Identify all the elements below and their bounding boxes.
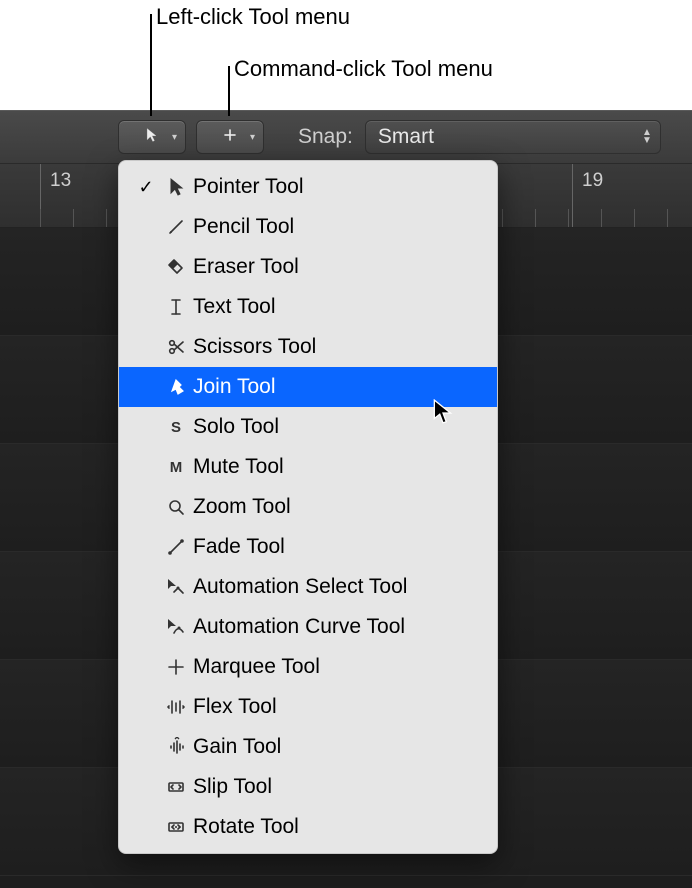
- app-window: ▾ ▾ Snap: Smart ▲▼ 13 19 ✓ Pointer Tool Pe…: [0, 110, 692, 888]
- menu-item-label: Join Tool: [193, 375, 483, 399]
- ruler-number: 19: [582, 170, 603, 192]
- menu-item-mute[interactable]: M Mute Tool: [119, 447, 497, 487]
- menu-item-marquee[interactable]: Marquee Tool: [119, 647, 497, 687]
- command-click-tool-menu-button[interactable]: ▾: [196, 120, 264, 154]
- marquee-icon: [159, 657, 193, 677]
- zoom-icon: [159, 497, 193, 517]
- scissors-icon: [159, 337, 193, 357]
- gain-icon: [159, 737, 193, 757]
- menu-item-gain[interactable]: Gain Tool: [119, 727, 497, 767]
- menu-item-eraser[interactable]: Eraser Tool: [119, 247, 497, 287]
- marquee-icon: [222, 127, 238, 148]
- menu-item-scissors[interactable]: Scissors Tool: [119, 327, 497, 367]
- menu-item-flex[interactable]: Flex Tool: [119, 687, 497, 727]
- toolbar: ▾ ▾ Snap: Smart ▲▼: [0, 110, 692, 164]
- menu-item-zoom[interactable]: Zoom Tool: [119, 487, 497, 527]
- mute-icon: M: [159, 457, 193, 477]
- menu-item-label: Text Tool: [193, 295, 483, 319]
- menu-item-text[interactable]: Text Tool: [119, 287, 497, 327]
- menu-item-rotate[interactable]: Rotate Tool: [119, 807, 497, 847]
- annotation-left-click: Left-click Tool menu: [156, 4, 350, 30]
- menu-item-label: Pointer Tool: [193, 175, 483, 199]
- menu-item-label: Slip Tool: [193, 775, 483, 799]
- pointer-icon: [144, 127, 160, 148]
- chevron-down-icon: ▾: [250, 132, 255, 143]
- rotate-icon: [159, 817, 193, 837]
- menu-item-fade[interactable]: Fade Tool: [119, 527, 497, 567]
- tool-menu-dropdown[interactable]: ✓ Pointer Tool Pencil Tool Eraser Tool Text …: [118, 160, 498, 854]
- menu-item-label: Fade Tool: [193, 535, 483, 559]
- menu-item-label: Automation Select Tool: [193, 575, 483, 599]
- menu-item-pointer[interactable]: ✓ Pointer Tool: [119, 167, 497, 207]
- svg-text:M: M: [170, 459, 183, 476]
- ruler-number: 13: [50, 170, 71, 192]
- fade-icon: [159, 537, 193, 557]
- annotation-area: Left-click Tool menu Command-click Tool …: [0, 0, 692, 110]
- pointer-icon: [159, 177, 193, 197]
- menu-item-autosel[interactable]: Automation Select Tool: [119, 567, 497, 607]
- flex-icon: [159, 697, 193, 717]
- eraser-icon: [159, 257, 193, 277]
- menu-item-label: Mute Tool: [193, 455, 483, 479]
- chevron-down-icon: ▾: [172, 132, 177, 143]
- leader-line-command: [228, 66, 230, 116]
- snap-select[interactable]: Smart ▲▼: [365, 120, 661, 154]
- leader-line-left: [150, 14, 152, 116]
- text-icon: [159, 297, 193, 317]
- menu-item-label: Marquee Tool: [193, 655, 483, 679]
- menu-item-slip[interactable]: Slip Tool: [119, 767, 497, 807]
- menu-item-label: Automation Curve Tool: [193, 615, 483, 639]
- slip-icon: [159, 777, 193, 797]
- join-icon: [159, 377, 193, 397]
- svg-text:S: S: [171, 419, 181, 436]
- left-click-tool-menu-button[interactable]: ▾: [118, 120, 186, 154]
- mouse-cursor: [432, 399, 454, 425]
- updown-icon: ▲▼: [642, 129, 652, 145]
- autocurve-icon: [159, 617, 193, 637]
- menu-item-label: Rotate Tool: [193, 815, 483, 839]
- menu-item-autocurve[interactable]: Automation Curve Tool: [119, 607, 497, 647]
- snap-value: Smart: [378, 125, 434, 149]
- menu-item-pencil[interactable]: Pencil Tool: [119, 207, 497, 247]
- autosel-icon: [159, 577, 193, 597]
- menu-item-label: Pencil Tool: [193, 215, 483, 239]
- menu-item-label: Scissors Tool: [193, 335, 483, 359]
- snap-label: Snap:: [298, 125, 353, 149]
- menu-item-label: Zoom Tool: [193, 495, 483, 519]
- menu-item-label: Eraser Tool: [193, 255, 483, 279]
- menu-item-label: Gain Tool: [193, 735, 483, 759]
- pencil-icon: [159, 217, 193, 237]
- menu-item-label: Flex Tool: [193, 695, 483, 719]
- solo-icon: S: [159, 417, 193, 437]
- annotation-command-click: Command-click Tool menu: [234, 56, 493, 82]
- checkmark-icon: ✓: [133, 177, 159, 198]
